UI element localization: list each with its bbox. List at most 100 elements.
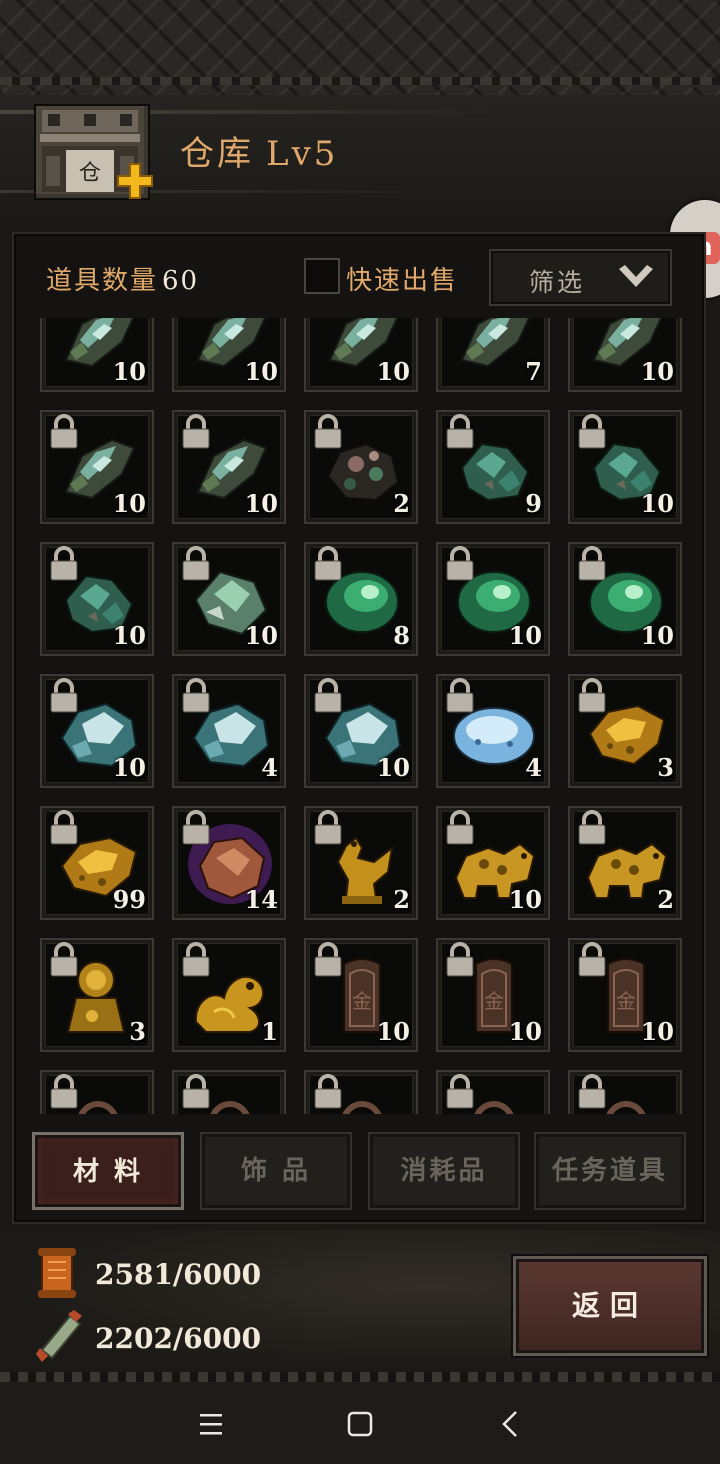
item-slot[interactable] (40, 1070, 154, 1114)
scroll-green-icon (36, 1310, 82, 1362)
item-slot[interactable]: 10 (40, 318, 154, 392)
lock-icon (50, 942, 78, 977)
plus-icon[interactable] (116, 162, 154, 200)
menu-icon[interactable] (192, 1404, 232, 1444)
item-quantity: 99 (112, 885, 146, 914)
item-slot[interactable]: 1 (172, 938, 286, 1052)
item-quantity: 10 (376, 1017, 410, 1046)
svg-text:金: 金 (352, 989, 372, 1013)
item-quantity: 8 (393, 621, 410, 650)
item-slot[interactable] (436, 1070, 550, 1114)
item-quantity: 14 (244, 885, 278, 914)
item-quantity: 10 (244, 621, 278, 650)
item-slot[interactable]: 10 (40, 674, 154, 788)
item-slot[interactable]: 3 (568, 674, 682, 788)
item-slot[interactable]: 金 10 (436, 938, 550, 1052)
lock-icon (446, 1074, 474, 1109)
quick-sell-checkbox[interactable] (304, 258, 340, 294)
item-quantity: 10 (640, 357, 674, 386)
item-quantity: 7 (525, 357, 542, 386)
back-button[interactable]: 返回 (513, 1256, 707, 1356)
item-quantity: 4 (261, 753, 278, 782)
lock-icon (50, 546, 78, 581)
item-slot[interactable]: 7 (436, 318, 550, 392)
filter-dropdown[interactable]: 筛选 (489, 249, 672, 306)
item-quantity: 10 (640, 489, 674, 518)
back-arrow-icon[interactable] (492, 1404, 532, 1444)
item-slot[interactable]: 10 (568, 410, 682, 524)
item-slot[interactable]: 10 (568, 318, 682, 392)
item-quantity: 10 (508, 1017, 542, 1046)
item-slot[interactable]: 2 (304, 806, 418, 920)
lock-icon (314, 678, 342, 713)
lock-icon (182, 678, 210, 713)
lock-icon (446, 678, 474, 713)
lock-icon (182, 1074, 210, 1109)
system-navigation-bar (0, 1382, 720, 1464)
lock-icon (182, 810, 210, 845)
chevron-down-icon (619, 265, 653, 287)
top-frame-decoration (0, 0, 720, 98)
item-quantity: 10 (640, 1017, 674, 1046)
item-slot[interactable]: 10 (172, 318, 286, 392)
tab-materials[interactable]: 材 料 (32, 1132, 184, 1210)
item-slot[interactable]: 金 10 (304, 938, 418, 1052)
item-quantity: 4 (525, 753, 542, 782)
item-slot[interactable]: 10 (172, 542, 286, 656)
svg-text:金: 金 (616, 989, 636, 1013)
item-slot[interactable]: 10 (304, 674, 418, 788)
item-slot[interactable]: 2 (304, 410, 418, 524)
item-slot[interactable]: 10 (436, 542, 550, 656)
tab-consumables[interactable]: 消耗品 (368, 1132, 520, 1210)
lock-icon (578, 678, 606, 713)
item-slot[interactable]: 14 (172, 806, 286, 920)
item-quantity: 10 (508, 885, 542, 914)
item-slot[interactable]: 8 (304, 542, 418, 656)
item-quantity: 3 (129, 1017, 146, 1046)
lock-icon (578, 1074, 606, 1109)
quick-sell-label[interactable]: 快速出售 (346, 260, 458, 297)
item-slot[interactable]: 4 (436, 674, 550, 788)
item-slot[interactable]: 99 (40, 806, 154, 920)
item-grid[interactable]: 10 10 10 7 10 10 10 2 9 10 10 10 8 10 10 10 4 10 4 3 99 14 2 10… (30, 318, 694, 1114)
item-quantity: 10 (640, 621, 674, 650)
lock-icon (182, 414, 210, 449)
item-slot[interactable] (568, 1070, 682, 1114)
lock-icon (314, 942, 342, 977)
item-quantity: 3 (657, 753, 674, 782)
lock-icon (446, 942, 474, 977)
lock-icon (446, 414, 474, 449)
item-slot[interactable]: 10 (304, 318, 418, 392)
item-slot[interactable] (304, 1070, 418, 1114)
item-slot[interactable]: 10 (40, 410, 154, 524)
lock-icon (50, 1074, 78, 1109)
lock-icon (314, 1074, 342, 1109)
filter-label: 筛选 (529, 268, 586, 297)
category-tabs: 材 料 饰 品 消耗品 任务道具 (22, 1128, 698, 1214)
tab-accessories[interactable]: 饰 品 (200, 1132, 352, 1210)
resource-value-1: 2581/6000 (95, 1258, 262, 1291)
scroll-orange-icon (38, 1248, 76, 1298)
item-quantity: 10 (112, 489, 146, 518)
item-slot[interactable]: 2 (568, 806, 682, 920)
item-slot[interactable]: 10 (40, 542, 154, 656)
item-quantity: 10 (244, 357, 278, 386)
item-slot[interactable]: 10 (172, 410, 286, 524)
item-slot[interactable]: 9 (436, 410, 550, 524)
item-slot[interactable]: 10 (568, 542, 682, 656)
lock-icon (50, 810, 78, 845)
lock-icon (182, 546, 210, 581)
item-slot[interactable]: 金 10 (568, 938, 682, 1052)
lock-icon (314, 414, 342, 449)
item-slot[interactable]: 3 (40, 938, 154, 1052)
item-slot[interactable] (172, 1070, 286, 1114)
tab-quest-items[interactable]: 任务道具 (534, 1132, 686, 1210)
lock-icon (578, 414, 606, 449)
item-slot[interactable]: 4 (172, 674, 286, 788)
lock-icon (182, 942, 210, 977)
item-quantity: 2 (657, 885, 674, 914)
lock-icon (446, 810, 474, 845)
home-icon[interactable] (340, 1404, 380, 1444)
svg-text:金: 金 (484, 989, 504, 1013)
item-slot[interactable]: 10 (436, 806, 550, 920)
